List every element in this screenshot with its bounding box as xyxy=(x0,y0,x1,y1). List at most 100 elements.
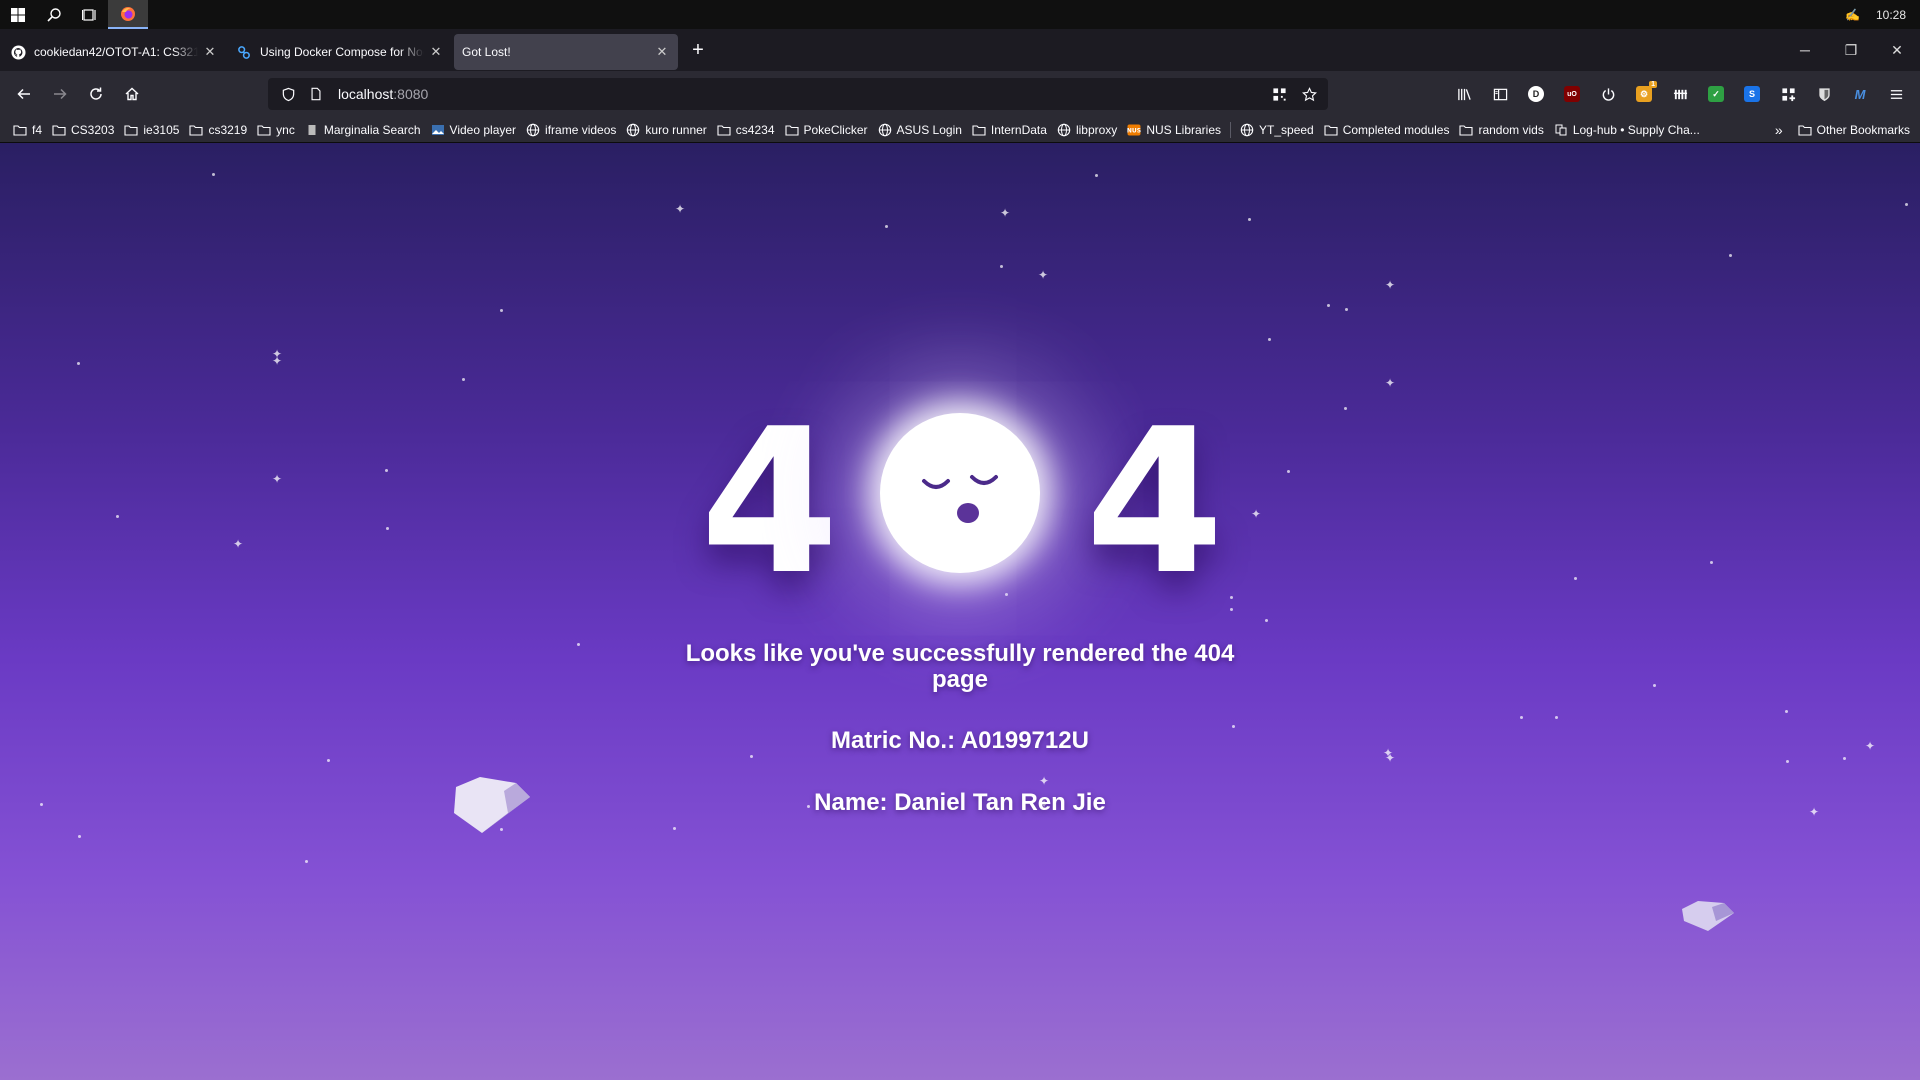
url-text[interactable]: localhost:8080 xyxy=(338,86,428,102)
home-button[interactable] xyxy=(116,78,148,110)
m-extension-icon[interactable]: M xyxy=(1842,78,1878,110)
page-info-icon[interactable] xyxy=(302,78,330,110)
grid-extension-icon[interactable] xyxy=(1770,78,1806,110)
star xyxy=(462,378,465,381)
qr-code-icon[interactable] xyxy=(1264,78,1294,110)
menu-icon[interactable] xyxy=(1878,78,1914,110)
checkmark-extension-icon[interactable]: ✓ xyxy=(1698,78,1734,110)
restore-button[interactable]: ❐ xyxy=(1828,29,1874,71)
tab-title: cookiedan42/OTOT-A1: CS3219 xyxy=(34,45,198,59)
bookmark-star-icon[interactable] xyxy=(1294,78,1324,110)
page-icon xyxy=(305,123,319,137)
power-icon[interactable] xyxy=(1590,78,1626,110)
navigation-toolbar: localhost:8080 D uO ⚙ 1 ✓ S M xyxy=(0,71,1920,117)
bookmark-item[interactable]: CS3203 xyxy=(47,118,119,142)
bookmark-item[interactable]: Marginalia Search xyxy=(300,118,426,142)
taskbar-search-button[interactable] xyxy=(36,0,72,29)
bars-extension-icon[interactable] xyxy=(1662,78,1698,110)
bookmark-item[interactable]: f4 xyxy=(8,118,47,142)
extension-badge-icon[interactable]: ⚙ 1 xyxy=(1626,78,1662,110)
taskbar-firefox-button[interactable] xyxy=(108,0,148,29)
windows-start-button[interactable] xyxy=(0,0,36,29)
star xyxy=(116,515,119,518)
bookmark-item[interactable]: Completed modules xyxy=(1319,118,1455,142)
task-view-icon xyxy=(82,8,96,21)
home-icon xyxy=(125,87,139,101)
bookmark-other-bookmarks[interactable]: Other Bookmarks xyxy=(1793,118,1920,142)
arrow-right-icon xyxy=(54,88,67,100)
log-icon xyxy=(1554,123,1568,137)
s-extension-icon[interactable]: S xyxy=(1734,78,1770,110)
minimize-button[interactable]: ─ xyxy=(1782,29,1828,71)
star xyxy=(1248,218,1251,221)
error-message: Looks like you've successfully rendered … xyxy=(685,640,1235,693)
bookmark-item[interactable]: cs3219 xyxy=(184,118,252,142)
floating-gem-right xyxy=(1682,901,1734,931)
bookmark-item[interactable]: ie3105 xyxy=(119,118,184,142)
folder-icon xyxy=(52,123,66,137)
bookmark-item[interactable]: kuro runner xyxy=(621,118,711,142)
bookmark-item[interactable]: ASUS Login xyxy=(873,118,967,142)
bookmark-item[interactable]: ync xyxy=(252,118,300,142)
bookmark-item[interactable]: Video player xyxy=(426,118,522,142)
star xyxy=(386,527,389,530)
github-icon xyxy=(10,44,26,60)
task-view-button[interactable] xyxy=(72,0,108,29)
forward-button[interactable] xyxy=(44,78,76,110)
extensions-toolbar: D uO ⚙ 1 ✓ S M xyxy=(1446,78,1914,110)
bookmark-item[interactable]: NUS NUS Libraries xyxy=(1122,118,1226,142)
clock[interactable]: 10:28 xyxy=(1876,8,1906,22)
star xyxy=(305,860,308,863)
close-icon[interactable]: ✕ xyxy=(428,44,444,60)
bookmark-item[interactable]: cs4234 xyxy=(712,118,780,142)
sparkle: ✦ xyxy=(233,537,244,551)
folder-icon xyxy=(189,123,203,137)
bookmarks-overflow-button[interactable]: » xyxy=(1765,118,1793,142)
back-button[interactable] xyxy=(8,78,40,110)
close-window-button[interactable]: ✕ xyxy=(1874,29,1920,71)
star xyxy=(385,469,388,472)
tab-got-lost[interactable]: Got Lost! ✕ xyxy=(454,34,678,70)
tab-docker-compose[interactable]: Using Docker Compose for Nod ✕ xyxy=(228,34,452,70)
reload-button[interactable] xyxy=(80,78,112,110)
star xyxy=(673,827,676,830)
bookmark-item[interactable]: YT_speed xyxy=(1235,118,1319,142)
sidebar-icon[interactable] xyxy=(1482,78,1518,110)
bookmark-label: PokeClicker xyxy=(803,122,868,137)
extension-d-icon[interactable]: D xyxy=(1518,78,1554,110)
bookmark-label: InternData xyxy=(990,122,1047,137)
image-icon xyxy=(431,123,445,137)
tab-github[interactable]: cookiedan42/OTOT-A1: CS3219 ✕ xyxy=(2,34,226,70)
bookmark-label: Video player xyxy=(449,122,517,137)
globe-icon xyxy=(526,123,540,137)
search-icon xyxy=(47,7,61,22)
bookmark-item[interactable]: InternData xyxy=(967,118,1052,142)
svg-text:NUS: NUS xyxy=(1127,127,1141,134)
bookmark-label: iframe videos xyxy=(545,122,617,137)
browser-tab-strip: cookiedan42/OTOT-A1: CS3219 ✕ Using Dock… xyxy=(0,29,1920,71)
arrow-left-icon xyxy=(17,88,30,100)
library-icon[interactable] xyxy=(1446,78,1482,110)
bookmark-item[interactable]: PokeClicker xyxy=(780,118,873,142)
docker-icon xyxy=(236,44,252,60)
pen-icon[interactable]: ✍ xyxy=(1845,8,1860,22)
close-icon[interactable]: ✕ xyxy=(202,44,218,60)
sparkle: ✦ xyxy=(675,202,686,216)
bookmark-item[interactable]: Log-hub • Supply Cha... xyxy=(1549,118,1705,142)
bitwarden-icon[interactable] xyxy=(1806,78,1842,110)
windows-taskbar: ✍ 10:28 xyxy=(0,0,1920,29)
bookmark-item[interactable]: libproxy xyxy=(1052,118,1122,142)
address-bar[interactable]: localhost:8080 xyxy=(268,78,1328,110)
student-name: Name: Daniel Tan Ren Jie xyxy=(814,789,1106,816)
star xyxy=(77,362,80,365)
bookmark-item[interactable]: random vids xyxy=(1454,118,1548,142)
star xyxy=(1344,407,1347,410)
bookmark-item[interactable]: iframe videos xyxy=(521,118,621,142)
new-tab-button[interactable]: + xyxy=(682,34,714,66)
tracking-shield-icon[interactable] xyxy=(274,78,302,110)
star xyxy=(1785,710,1788,713)
close-icon[interactable]: ✕ xyxy=(654,44,670,60)
ublock-origin-icon[interactable]: uO xyxy=(1554,78,1590,110)
bookmarks-toolbar: f4 CS3203 ie3105 cs3219 ync Marginalia Search… xyxy=(0,117,1920,143)
reload-icon xyxy=(90,87,102,100)
